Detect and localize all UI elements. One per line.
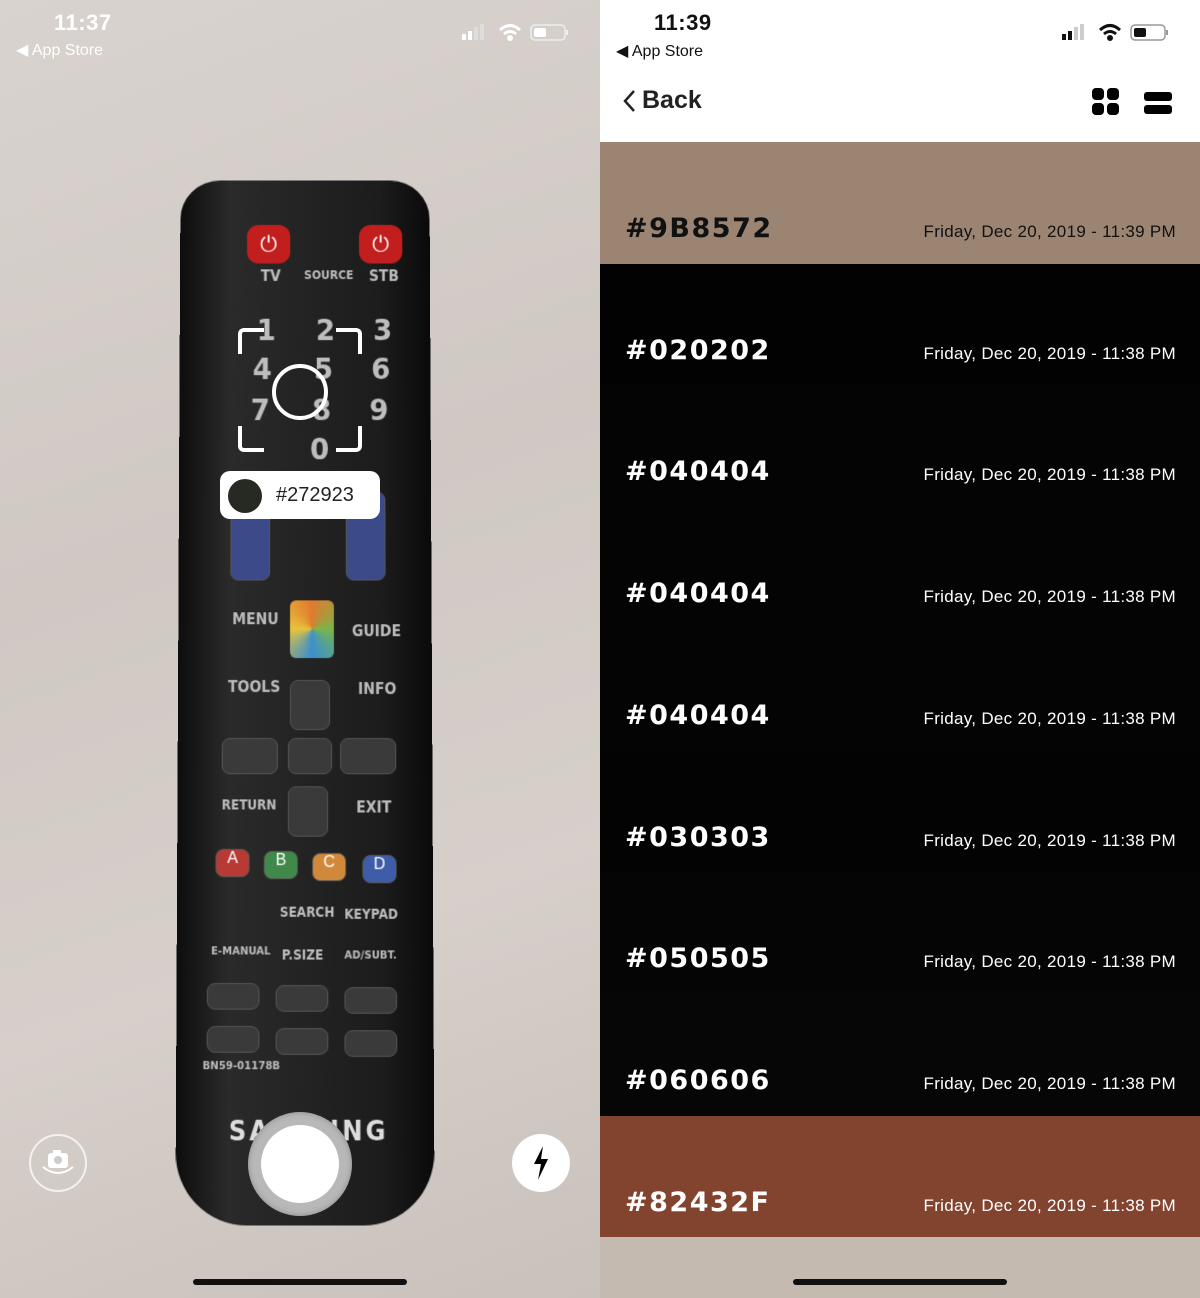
color-row[interactable]: #9B8572 Friday, Dec 20, 2019 - 11:39 PM — [600, 142, 1200, 264]
remote-label: TV — [261, 269, 281, 286]
remote-label: INFO — [358, 681, 396, 699]
color-hex: #040404 — [625, 456, 771, 487]
remote-label: STB — [369, 269, 399, 286]
remote-label: 9 — [369, 392, 388, 427]
color-hex: #82432F — [625, 1187, 771, 1218]
remote-label: 3 — [373, 312, 392, 347]
color-hex: #050505 — [625, 943, 771, 974]
color-date: Friday, Dec 20, 2019 - 11:38 PM — [924, 1196, 1176, 1216]
color-hex: #030303 — [625, 822, 771, 853]
remote-label: SEARCH — [280, 905, 335, 921]
down-button — [288, 786, 328, 836]
remote-label: B — [264, 851, 298, 879]
remote-label: 6 — [371, 351, 390, 386]
color-row[interactable]: #040404 Friday, Dec 20, 2019 - 11:38 PM — [600, 629, 1200, 751]
color-date: Friday, Dec 20, 2019 - 11:38 PM — [924, 709, 1176, 729]
color-date: Friday, Dec 20, 2019 - 11:38 PM — [924, 831, 1176, 851]
lightning-icon — [531, 1146, 551, 1180]
wifi-icon — [1100, 26, 1120, 40]
remote-label: MENU — [232, 612, 278, 629]
camera-screen: 11:37 ◀ App Store ⏻ ⏻ TV SOURCE STB 1 2 … — [0, 0, 600, 1298]
remote-label: P.SIZE — [282, 948, 324, 964]
left-button — [222, 738, 278, 774]
remote-label: TOOLS — [228, 679, 280, 697]
color-date: Friday, Dec 20, 2019 - 11:38 PM — [924, 952, 1176, 972]
remote-label: KEYPAD — [344, 907, 398, 923]
stop-button — [345, 1030, 398, 1057]
header: 11:39 ◀ App Store Back — [600, 0, 1200, 142]
status-time: 11:39 — [654, 10, 712, 36]
color-date: Friday, Dec 20, 2019 - 11:39 PM — [924, 222, 1176, 242]
color-row[interactable]: #040404 Friday, Dec 20, 2019 - 11:38 PM — [600, 385, 1200, 507]
camera-rotate-icon — [40, 1147, 76, 1179]
back-to-app-store[interactable]: ◀ App Store — [616, 41, 703, 61]
signal-icon — [462, 24, 484, 40]
remote-label: AD/SUBT. — [344, 950, 396, 962]
smart-hub-logo — [290, 600, 334, 658]
next-color-row[interactable] — [600, 1237, 1200, 1298]
color-hex: #060606 — [625, 1065, 771, 1096]
chevron-left-icon — [622, 89, 636, 113]
flash-button[interactable] — [512, 1134, 570, 1192]
color-row[interactable]: #030303 Friday, Dec 20, 2019 - 11:38 PM — [600, 751, 1200, 873]
wifi-icon — [500, 26, 520, 40]
color-swatch — [228, 479, 262, 513]
color-hex: #9B8572 — [625, 213, 773, 244]
record-button — [207, 1026, 260, 1053]
color-row[interactable]: #82432F Friday, Dec 20, 2019 - 11:38 PM — [600, 1116, 1200, 1238]
remote-label: E-MANUAL — [211, 946, 271, 958]
up-button — [290, 680, 330, 730]
back-app-label: App Store — [32, 42, 103, 59]
color-hex: #040404 — [625, 578, 771, 609]
status-icons — [1062, 22, 1172, 44]
remote-label: SOURCE — [304, 269, 353, 283]
power-icon: ⏻ — [359, 225, 402, 264]
play-button — [276, 1028, 329, 1055]
grid-icon[interactable] — [1092, 88, 1120, 116]
back-label: Back — [642, 86, 702, 115]
enter-button — [288, 738, 332, 774]
pause-button — [276, 985, 329, 1012]
color-row[interactable]: #040404 Friday, Dec 20, 2019 - 11:38 PM — [600, 507, 1200, 629]
back-app-label: App Store — [632, 43, 703, 60]
rewind-button — [207, 983, 260, 1010]
remote-label: EXIT — [356, 800, 391, 818]
color-date: Friday, Dec 20, 2019 - 11:38 PM — [924, 465, 1176, 485]
home-indicator — [193, 1279, 407, 1285]
remote-label: RETURN — [222, 798, 277, 814]
picked-color-hex: #272923 — [276, 484, 354, 507]
power-icon: ⏻ — [247, 225, 290, 264]
color-hex: #040404 — [625, 700, 771, 731]
right-button — [340, 738, 396, 774]
switch-camera-button[interactable] — [29, 1134, 87, 1192]
remote-label: A — [215, 849, 249, 877]
picked-color-tag: #272923 — [220, 471, 380, 519]
color-hex: #020202 — [625, 335, 771, 366]
remote-label: BN59-01178B — [203, 1060, 281, 1072]
signal-icon — [1062, 24, 1084, 40]
list-icon[interactable] — [1144, 92, 1172, 114]
battery-icon — [531, 25, 568, 40]
home-indicator — [793, 1279, 1007, 1285]
remote-label: D — [362, 855, 396, 883]
color-date: Friday, Dec 20, 2019 - 11:38 PM — [924, 587, 1176, 607]
color-row[interactable]: #060606 Friday, Dec 20, 2019 - 11:38 PM — [600, 994, 1200, 1116]
remote-label: C — [312, 853, 346, 881]
back-to-app-store[interactable]: ◀ App Store — [16, 40, 103, 60]
focus-reticle — [238, 328, 362, 452]
sample-point-icon — [272, 364, 328, 420]
back-button[interactable]: Back — [622, 86, 702, 115]
status-icons — [462, 22, 572, 44]
ff-button — [344, 987, 397, 1014]
color-date: Friday, Dec 20, 2019 - 11:38 PM — [924, 1074, 1176, 1094]
history-screen: 11:39 ◀ App Store Back #9B8572 Friday, De… — [600, 0, 1200, 1298]
color-row[interactable]: #050505 Friday, Dec 20, 2019 - 11:38 PM — [600, 872, 1200, 994]
battery-icon — [1131, 25, 1168, 40]
color-date: Friday, Dec 20, 2019 - 11:38 PM — [924, 344, 1176, 364]
color-row[interactable]: #020202 Friday, Dec 20, 2019 - 11:38 PM — [600, 264, 1200, 386]
status-time: 11:37 — [54, 10, 112, 36]
remote-label: GUIDE — [352, 623, 401, 641]
shutter-button[interactable] — [248, 1112, 352, 1216]
